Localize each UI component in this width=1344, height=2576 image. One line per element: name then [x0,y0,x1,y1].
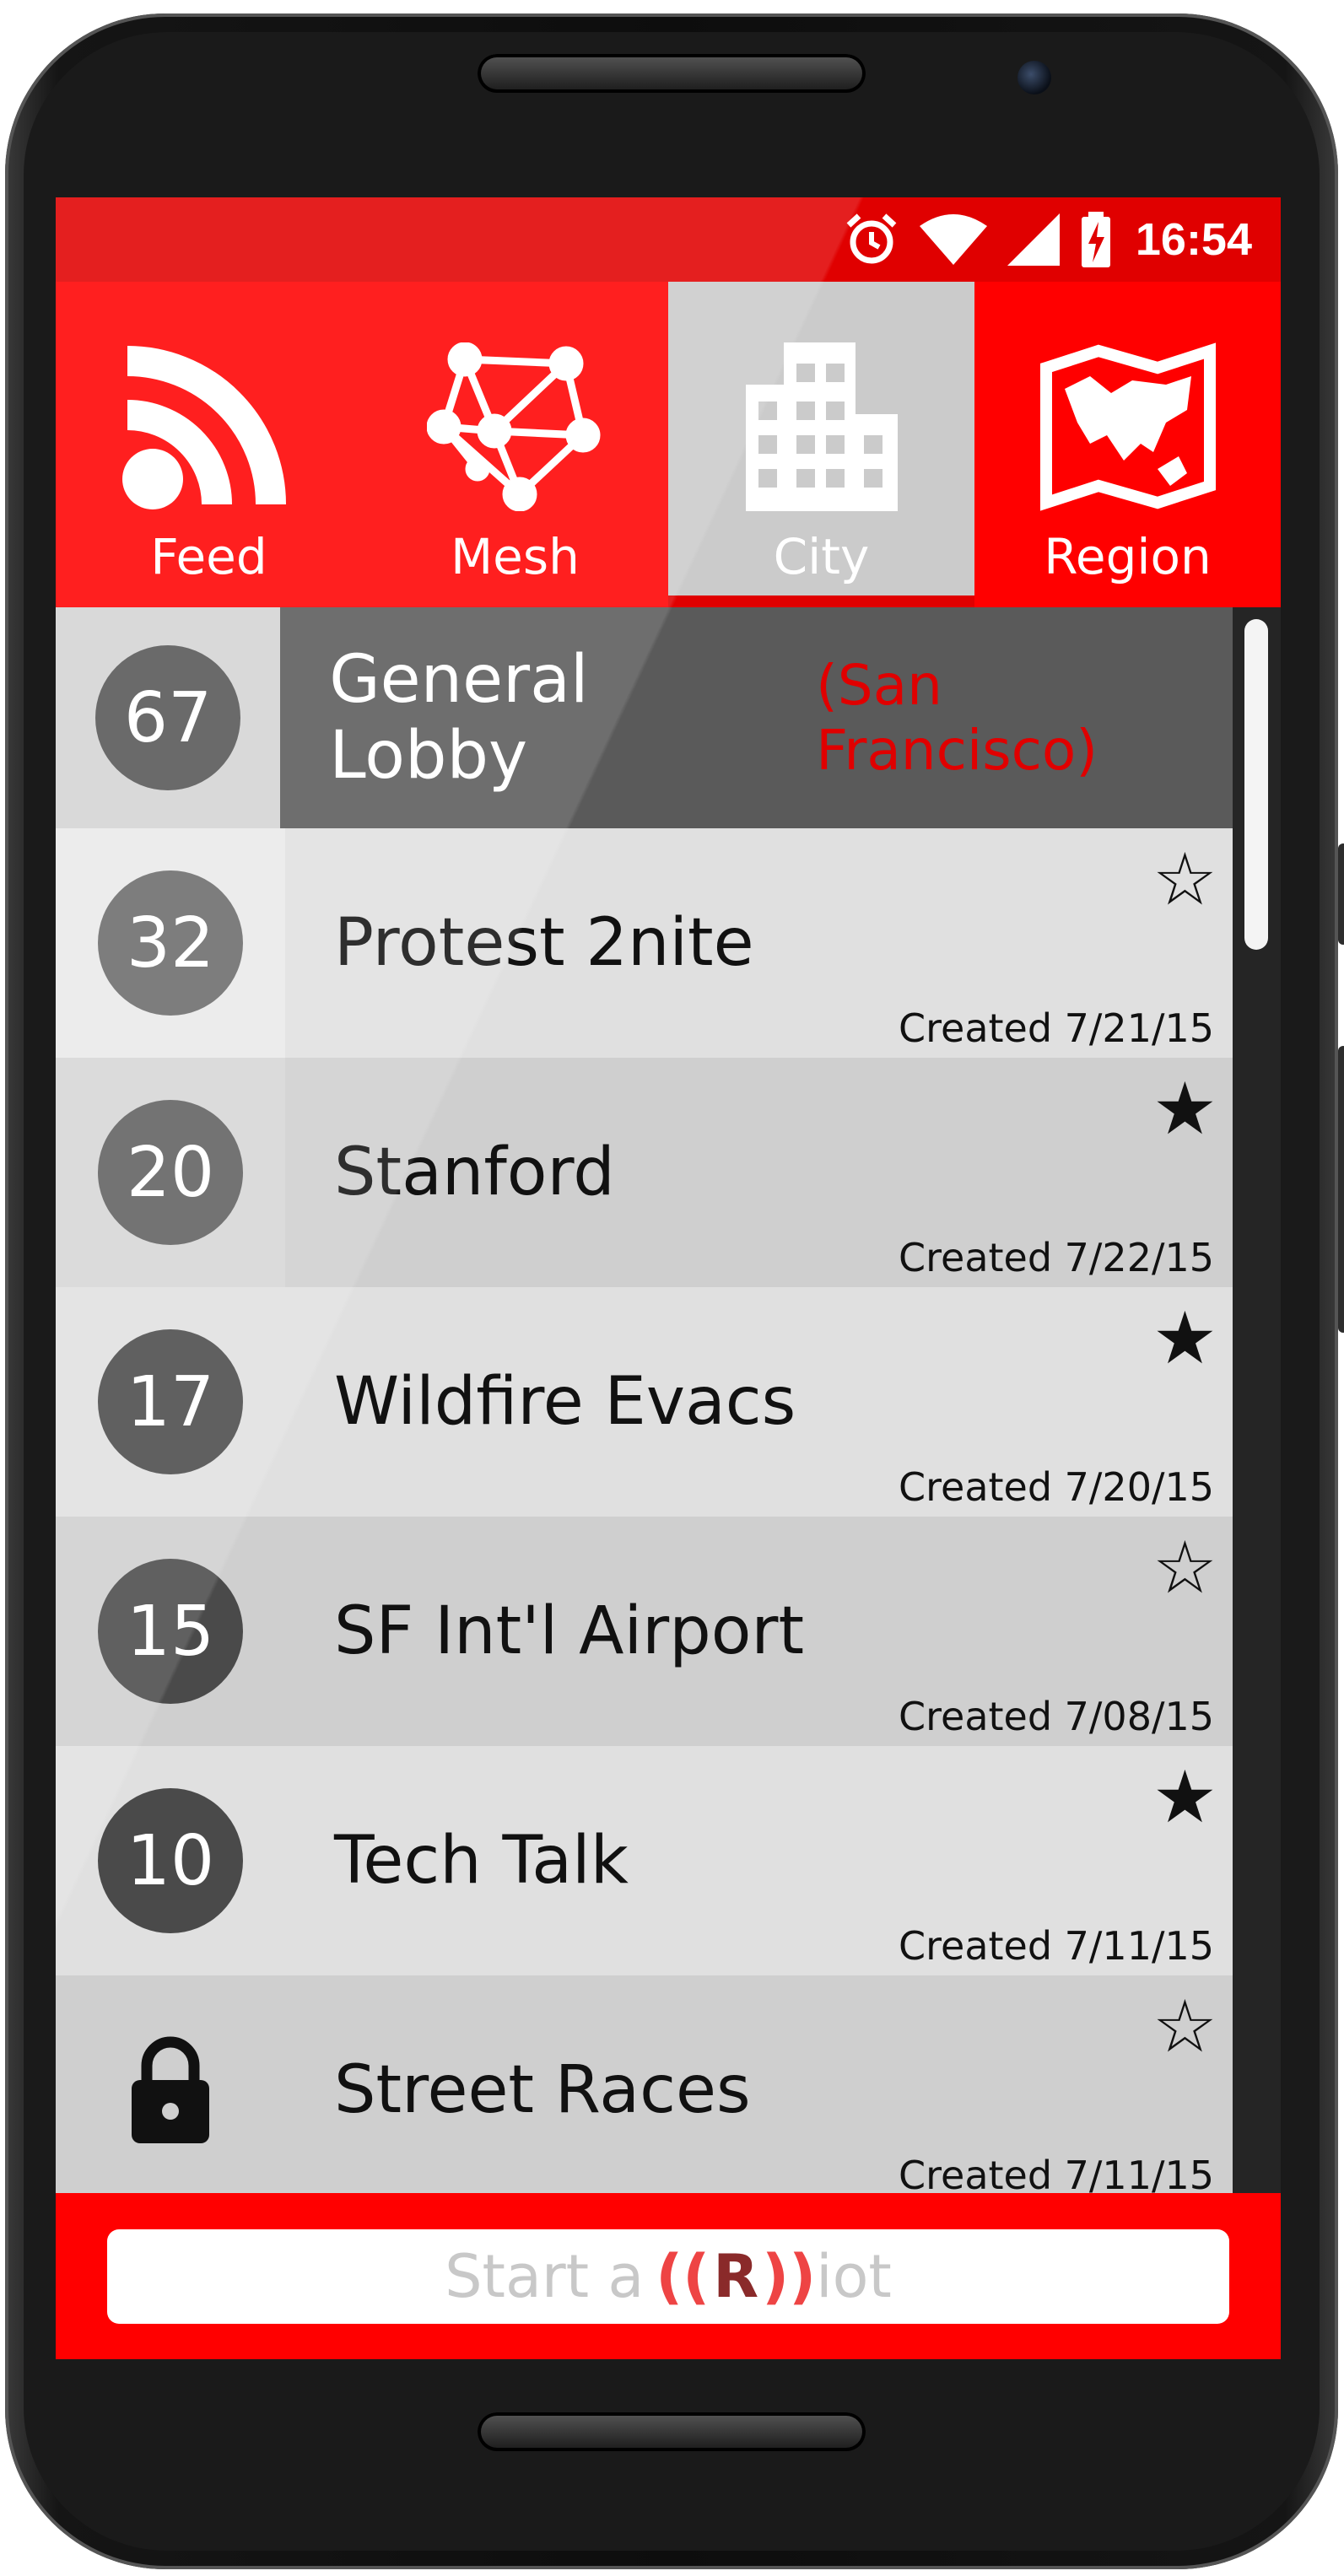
room-name: Protest 2nite [334,905,754,981]
star-outline-icon[interactable]: ☆ [1152,1532,1217,1604]
lobby-name: General Lobby [329,642,589,794]
riot-logo-left: (( [656,2241,710,2311]
riot-logo-r: R [713,2241,759,2311]
room-row-protest-2nite[interactable]: 32 Protest 2nite ☆ Created 7/21/15 [56,828,1233,1058]
member-count-badge: 67 [95,645,241,790]
city-building-icon [729,334,915,520]
badge-column: 15 [56,1517,285,1746]
room-name: SF Int'l Airport [334,1593,805,1669]
star-outline-icon[interactable]: ☆ [1152,843,1217,916]
wifi-icon [919,214,987,265]
created-date: Created 7/20/15 [899,1464,1214,1510]
lobby-badge-column: 67 [56,607,281,828]
room-row-street-races[interactable]: Street Races ☆ Created 7/11/15 [56,1975,1233,2193]
bottom-bar: Start a (( R )) iot [56,2193,1281,2359]
room-row-wildfire-evacs[interactable]: 17 Wildfire Evacs ★ Created 7/20/15 [56,1287,1233,1517]
member-count-badge: 20 [98,1100,243,1245]
tab-region[interactable]: Region [974,282,1281,595]
riot-logo-right: )) [762,2241,817,2311]
status-bar: 16:54 [56,197,1281,282]
star-filled-icon[interactable]: ★ [1152,1073,1217,1145]
created-date: Created 7/22/15 [899,1235,1214,1280]
riot-button-prefix: Start a [445,2241,645,2311]
room-name: Street Races [334,2052,751,2128]
signal-icon [1007,213,1060,266]
room-name: Stanford [334,1134,615,1210]
clock: 16:54 [1135,214,1252,265]
created-date: Created 7/21/15 [899,1005,1214,1051]
badge-column: 17 [56,1287,285,1517]
room-list: 67 General Lobby (San Francisco) 32 Prot… [56,607,1233,2193]
member-count-badge: 32 [98,870,243,1016]
tab-label: Feed [150,528,267,585]
tab-bar: Feed Mesh City Region [56,282,1281,607]
general-lobby-row[interactable]: 67 General Lobby (San Francisco) [56,607,1233,828]
screen: 16:54 Feed Mesh City Region 67 General L… [56,197,1281,2359]
member-count-badge: 15 [98,1559,243,1704]
badge-column: 10 [56,1746,285,1975]
room-name: Wildfire Evacs [334,1364,796,1440]
star-outline-icon[interactable]: ☆ [1152,1991,1217,2063]
created-date: Created 7/11/15 [899,1923,1214,1969]
alarm-icon [844,212,899,267]
member-count-badge: 17 [98,1329,243,1474]
tab-mesh[interactable]: Mesh [362,282,668,595]
rss-feed-icon [116,334,302,520]
room-row-sf-intl-airport[interactable]: 15 SF Int'l Airport ☆ Created 7/08/15 [56,1517,1233,1746]
region-map-icon [1035,334,1221,520]
room-row-stanford[interactable]: 20 Stanford ★ Created 7/22/15 [56,1058,1233,1287]
mesh-network-icon [423,334,608,520]
lock-icon [128,2034,213,2147]
tab-city[interactable]: City [668,282,974,607]
scrollbar-thumb[interactable] [1244,619,1268,950]
star-filled-icon[interactable]: ★ [1152,1302,1217,1375]
tab-label: Region [1044,528,1212,585]
badge-column [56,1975,285,2193]
top-speaker [478,54,866,93]
scrollbar-track[interactable] [1233,607,1281,2193]
star-filled-icon[interactable]: ★ [1152,1761,1217,1834]
badge-column: 20 [56,1058,285,1287]
volume-button [1338,1046,1344,1333]
tab-label: City [773,528,870,585]
badge-column: 32 [56,828,285,1058]
tab-label: Mesh [451,528,580,585]
created-date: Created 7/11/15 [899,2153,1214,2193]
created-date: Created 7/08/15 [899,1694,1214,1739]
start-a-riot-button[interactable]: Start a (( R )) iot [107,2228,1229,2324]
front-camera [1017,61,1051,94]
room-row-tech-talk[interactable]: 10 Tech Talk ★ Created 7/11/15 [56,1746,1233,1975]
battery-charging-icon [1080,212,1112,267]
lobby-title: General Lobby (San Francisco) [280,607,1233,828]
power-button [1338,843,1344,945]
bottom-speaker [478,2412,866,2451]
room-name: Tech Talk [334,1823,629,1899]
riot-button-suffix: iot [816,2241,892,2311]
lobby-city: (San Francisco) [816,653,1098,783]
tab-feed[interactable]: Feed [56,282,362,595]
member-count-badge: 10 [98,1788,243,1933]
